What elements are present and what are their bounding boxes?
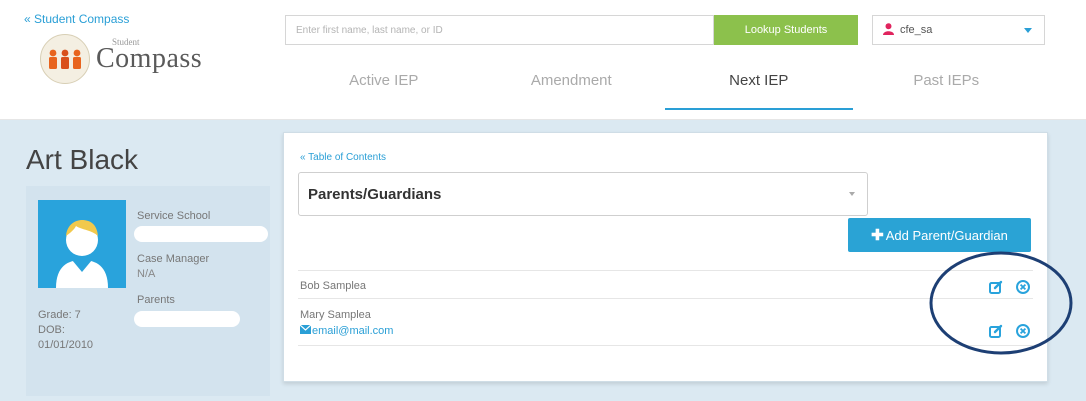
add-parent-guardian-label: Add Parent/Guardian [885,227,1008,243]
dob-value: 01/01/2010 [38,339,94,351]
case-manager-value: N/A [137,268,156,280]
add-parent-guardian-button[interactable]: ✚ Add Parent/Guardian [848,218,1031,252]
service-school-value [134,226,268,242]
mail-icon [299,324,312,337]
parents-value [134,311,240,327]
student-name: Art Black [26,144,139,175]
student-search-input[interactable] [285,15,714,45]
service-school-label: Service School [137,210,211,222]
tab-amendment[interactable]: Amendment [478,58,666,108]
tab-next-iep[interactable]: Next IEP [665,58,853,110]
user-icon [883,22,894,38]
back-to-student-compass-link[interactable]: « Student Compass [24,12,129,26]
case-manager-label: Case Manager [137,253,210,265]
student-avatar [38,200,126,288]
divider [298,270,1033,271]
grade-dob-info: Grade: 7 DOB: 01/01/2010 [38,308,93,353]
section-select-value: Parents/Guardians [308,186,442,203]
logo: Student Compass [40,34,202,84]
logo-emblem-icon [40,34,90,84]
parent-email-2-link[interactable]: email@mail.com [299,324,394,337]
select-chevron-down-icon [849,192,855,196]
iep-tabs: Active IEP Amendment Next IEP Past IEPs [290,58,1041,110]
table-of-contents-link[interactable]: « Table of Contents [300,152,386,163]
chevron-down-icon [1024,28,1032,33]
tab-active-iep[interactable]: Active IEP [290,58,478,108]
parent-name-1: Bob Samplea [300,280,367,292]
user-name: cfe_sa [900,24,933,36]
logo-text: Student Compass [96,37,203,75]
tab-past-ieps[interactable]: Past IEPs [853,58,1041,108]
parents-label: Parents [137,294,175,306]
lookup-students-button[interactable]: Lookup Students [714,15,858,45]
divider [298,298,1033,299]
user-menu-dropdown[interactable]: cfe_sa [872,15,1045,45]
highlight-ellipse [929,251,1073,355]
parent-name-2: Mary Samplea [300,309,371,321]
logo-small-text: Student [112,37,140,47]
avatar-icon [38,200,126,288]
divider [298,345,1033,346]
plus-icon: ✚ [871,227,884,244]
parent-email-text: email@mail.com [312,325,394,337]
logo-big-text: Compass [96,43,203,74]
dob-label: DOB: [38,324,65,336]
grade: Grade: 7 [38,309,81,321]
